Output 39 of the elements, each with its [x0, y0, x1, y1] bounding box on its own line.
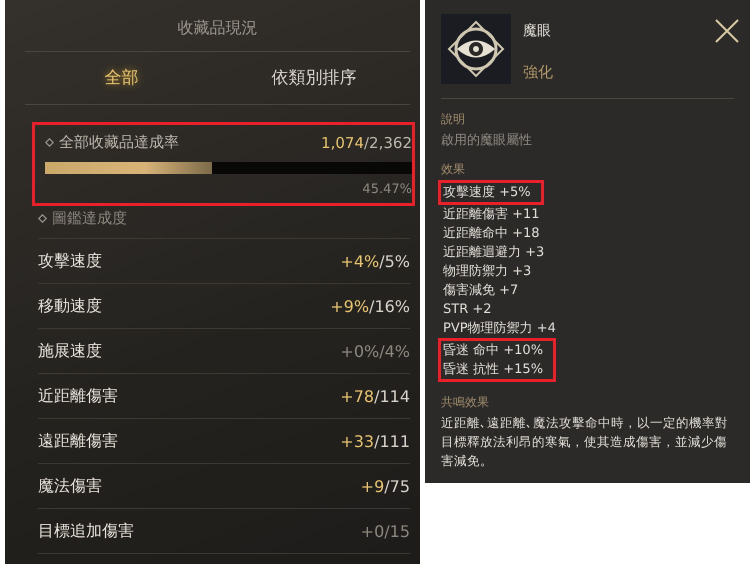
tab[interactable]: 依類別排序: [218, 52, 410, 104]
stat-value: +0/15: [360, 522, 410, 540]
stat-name: 攻擊速度: [38, 250, 102, 272]
stat-name: 魔法傷害: [38, 476, 102, 496]
stat-name: 近距離傷害: [38, 386, 118, 406]
rate-label: 全部收藏品達成率: [59, 133, 179, 152]
stat-value: +9/75: [360, 476, 410, 496]
section-label: 說明: [441, 111, 466, 128]
stat-value: +33/111: [340, 432, 410, 450]
item-name: 魔眼: [523, 22, 552, 40]
stat-value: +4%/5%: [340, 252, 410, 270]
effect-line: 近距離迴避力 +3: [442, 244, 546, 262]
diamond-icon: [45, 138, 54, 147]
stat-name: 遠距離傷害: [38, 430, 118, 452]
effect-line: 近距離傷害 +11: [442, 206, 541, 224]
effect-line: 物理防禦力 +3: [442, 263, 532, 281]
panel-title: 收藏品現況: [25, 0, 410, 52]
section-label: 效果: [441, 161, 466, 178]
effect-line: STR +2: [442, 301, 493, 319]
effect-line: PVP物理防禦力 +4: [442, 320, 557, 338]
stat-value: +78/114: [340, 386, 410, 406]
rate-count: 1,074/2,362: [321, 134, 412, 152]
stat-name: 移動速度: [38, 296, 102, 316]
stat-name: 目標追加傷害: [38, 520, 134, 542]
item-grade: 強化: [523, 63, 553, 82]
effect-line: 近距離命中 +18: [442, 225, 541, 243]
resonance-text: 近距離､遠距離､魔法攻擊命中時，以一定的機率對目標釋放法利昂的寒氣，使其造成傷害，並減少傷害減免。: [441, 414, 729, 470]
stat-value: +9%/16%: [330, 296, 410, 316]
effect-line: 昏迷 命中 +10%: [438, 338, 556, 360]
section-label: 圖鑑達成度: [52, 209, 127, 228]
effect-line: 昏迷 抗性 +15%: [438, 360, 556, 382]
diamond-icon: [38, 214, 47, 223]
effect-line: 傷害減免 +7: [442, 282, 520, 300]
tab[interactable]: 全部: [25, 52, 218, 104]
rate-percent: 45.47%: [362, 182, 412, 197]
stat-name: 施展速度: [38, 340, 102, 362]
stat-value: +0%/4%: [340, 342, 410, 360]
description: 啟用的魔眼屬性: [441, 132, 533, 149]
section-label: 共鳴效果: [441, 394, 490, 411]
